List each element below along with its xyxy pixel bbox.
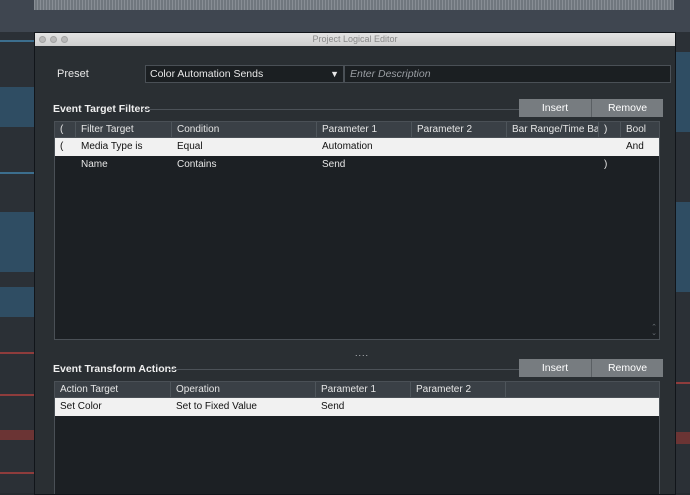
cell-condition[interactable]: Contains [172,156,317,174]
preset-row: Preset Color Automation Sends ▼ [57,65,673,83]
window-titlebar[interactable]: Project Logical Editor [35,33,675,46]
close-window-button[interactable] [39,36,46,43]
filter-row[interactable]: ( Media Type is Equal Automation And [55,138,659,156]
cell-condition[interactable]: Equal [172,138,317,156]
action-row[interactable]: Set Color Set to Fixed Value Send [55,398,659,416]
background-track-area-right [674,32,690,493]
cell-parameter-2[interactable] [412,138,507,156]
filters-title: Event Target Filters [53,103,151,115]
filter-row[interactable]: Name Contains Send ) [55,156,659,174]
col-parameter-2[interactable]: Parameter 2 [412,122,507,137]
filters-remove-button[interactable]: Remove [591,99,663,117]
col-operation[interactable]: Operation [171,382,316,397]
col-close-paren[interactable]: ) [599,122,621,137]
background-track-area-left [0,32,34,493]
cell-bar-range[interactable] [507,156,599,174]
cell-parameter-1[interactable]: Send [317,156,412,174]
cell-filter-target[interactable]: Media Type is [76,138,172,156]
actions-header: Event Transform Actions Insert Remove [53,359,673,379]
cell-filter-target[interactable]: Name [76,156,172,174]
col-condition[interactable]: Condition [172,122,317,137]
actions-table-header: Action Target Operation Parameter 1 Para… [55,382,659,398]
filters-divider [142,109,533,110]
actions-title: Event Transform Actions [53,363,177,375]
actions-insert-button[interactable]: Insert [519,359,591,377]
background-waveform [34,0,674,10]
actions-table: Action Target Operation Parameter 1 Para… [54,381,660,494]
actions-divider [169,369,533,370]
col-open-paren[interactable]: ( [55,122,76,137]
actions-remove-button[interactable]: Remove [591,359,663,377]
col-parameter-2[interactable]: Parameter 2 [411,382,506,397]
filters-table-header: ( Filter Target Condition Parameter 1 Pa… [55,122,659,138]
filters-header: Event Target Filters Insert Remove [53,99,673,119]
window-title: Project Logical Editor [312,34,398,44]
cell-action-target[interactable]: Set Color [55,398,171,416]
filters-table: ( Filter Target Condition Parameter 1 Pa… [54,121,660,340]
col-bool[interactable]: Bool [621,122,659,137]
cell-parameter-1[interactable]: Send [316,398,411,416]
minimize-window-button[interactable] [50,36,57,43]
filters-insert-button[interactable]: Insert [519,99,591,117]
cell-bool[interactable] [621,156,659,174]
description-input[interactable] [344,65,671,83]
cell-bool[interactable]: And [621,138,659,156]
cell-parameter-2[interactable] [411,398,506,416]
preset-select[interactable]: Color Automation Sends ▼ [145,65,344,83]
cell-bar-range[interactable] [507,138,599,156]
cell-operation[interactable]: Set to Fixed Value [171,398,316,416]
col-filter-target[interactable]: Filter Target [76,122,172,137]
col-parameter-1[interactable]: Parameter 1 [317,122,412,137]
cell-close-paren[interactable]: ) [599,156,621,174]
scroll-arrows-icon[interactable]: ⌃ ⌄ [651,324,657,337]
cell-open-paren[interactable]: ( [55,138,76,156]
logical-editor-window: Project Logical Editor Preset Color Auto… [34,32,676,495]
col-parameter-1[interactable]: Parameter 1 [316,382,411,397]
cell-parameter-1[interactable]: Automation [317,138,412,156]
preset-select-value: Color Automation Sends [150,68,264,80]
panel-splitter[interactable]: .... [355,348,369,358]
cell-close-paren[interactable] [599,138,621,156]
cell-parameter-2[interactable] [412,156,507,174]
zoom-window-button[interactable] [61,36,68,43]
col-action-target[interactable]: Action Target [55,382,171,397]
cell-open-paren[interactable] [55,156,76,174]
preset-label: Preset [57,68,89,80]
col-bar-range[interactable]: Bar Range/Time Base [507,122,599,137]
dropdown-arrow-icon: ▼ [330,69,339,79]
